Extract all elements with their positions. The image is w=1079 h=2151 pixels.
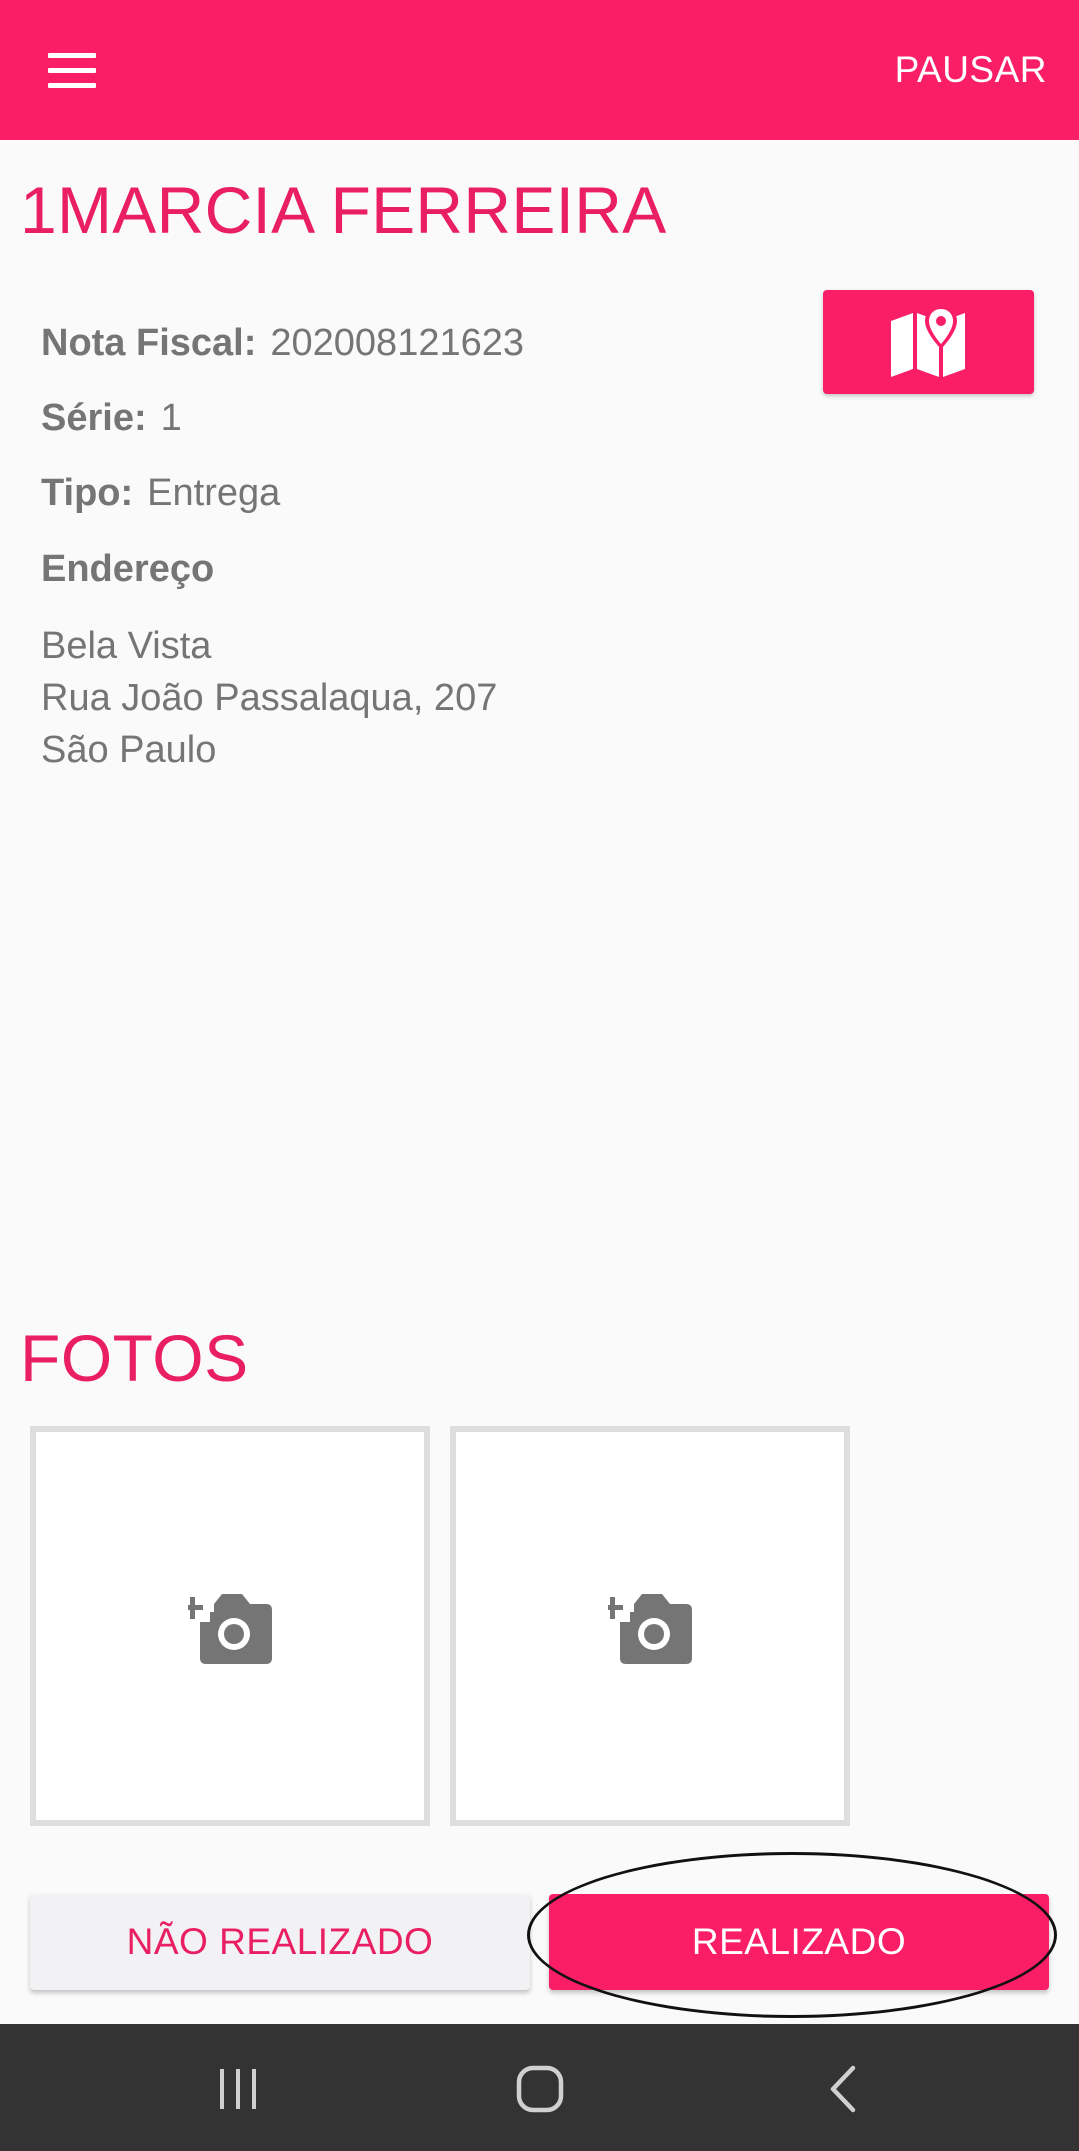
recents-icon[interactable] (178, 2054, 298, 2124)
serie-row: Série: 1 (41, 397, 182, 440)
nota-fiscal-value: 202008121623 (270, 322, 524, 364)
done-button[interactable]: REALIZADO (549, 1894, 1049, 1990)
nota-fiscal-label: Nota Fiscal: (41, 322, 257, 364)
not-done-button[interactable]: NÃO REALIZADO (30, 1894, 530, 1990)
address-label: Endereço (41, 548, 215, 590)
customer-name: 1MARCIA FERREIRA (20, 173, 667, 247)
hamburger-menu-icon[interactable] (30, 34, 114, 106)
address-block: Bela Vista Rua João Passalaqua, 207 São … (41, 620, 497, 776)
tipo-row: Tipo: Entrega (41, 472, 280, 515)
tipo-label: Tipo: (41, 472, 134, 514)
photo-slot-1[interactable] (30, 1426, 430, 1826)
map-icon (890, 305, 965, 377)
address-street: Rua João Passalaqua, 207 (41, 677, 498, 719)
serie-label: Série: (41, 397, 147, 439)
delivery-detail-screen: PAUSAR 1MARCIA FERREIRA Nota Fiscal: 2020… (0, 0, 1079, 2151)
tipo-value: Entrega (147, 472, 281, 514)
address-city: São Paulo (41, 729, 217, 771)
add-photo-camera-icon (188, 1594, 272, 1664)
photo-slot-2[interactable] (450, 1426, 850, 1826)
open-map-button[interactable] (823, 290, 1034, 394)
nota-fiscal-row: Nota Fiscal: 202008121623 (41, 322, 524, 365)
home-icon[interactable] (480, 2054, 600, 2124)
system-navigation-bar (0, 2024, 1079, 2151)
pause-button[interactable]: PAUSAR (895, 36, 1047, 104)
add-photo-camera-icon (608, 1594, 692, 1664)
app-bar: PAUSAR (0, 0, 1079, 140)
serie-value: 1 (160, 397, 182, 439)
address-neighborhood: Bela Vista (41, 625, 212, 667)
back-icon[interactable] (783, 2054, 903, 2124)
photos-section-title: FOTOS (20, 1321, 249, 1395)
